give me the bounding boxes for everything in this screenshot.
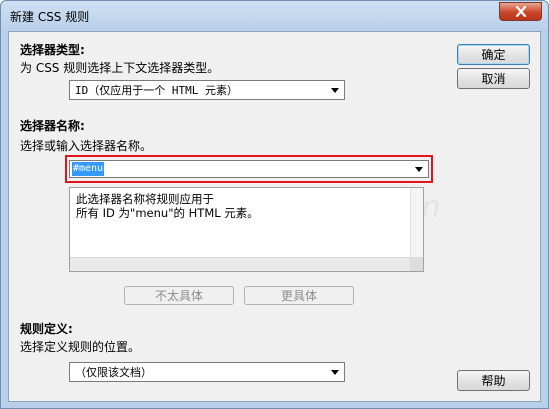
less-specific-button[interactable]: 不太具体 [124,286,234,305]
selector-name-heading: 选择器名称: [20,119,85,133]
dialog-window: 新建 CSS 规则 www.aa25.cn 选择器类型: 为 CSS 规则选择上… [0,0,549,409]
rule-definition-value: （仅限该文档） [75,366,152,379]
selector-info-line-2: 所有 ID 为"menu"的 HTML 元素。 [76,206,259,220]
window-title: 新建 CSS 规则 [10,10,90,24]
scrollbar-corner [410,257,423,271]
selector-info-box: 此选择器名称将规则应用于 所有 ID 为"menu"的 HTML 元素。 [69,187,424,272]
rule-definition-dropdown[interactable]: （仅限该文档） [69,362,345,382]
chevron-down-icon [331,88,339,93]
cancel-button[interactable]: 取消 [457,68,530,89]
more-specific-button[interactable]: 更具体 [244,286,354,305]
selector-type-description: 为 CSS 规则选择上下文选择器类型。 [20,61,220,75]
selector-type-heading: 选择器类型: [20,43,85,57]
rule-definition-description: 选择定义规则的位置。 [20,340,141,354]
horizontal-scrollbar[interactable] [70,257,423,271]
selector-name-value[interactable]: #menu [72,162,105,176]
selector-name-combobox[interactable]: #menu [69,160,429,178]
chevron-down-icon[interactable] [415,167,423,172]
close-icon [515,6,526,17]
selector-type-value: ID（仅应用于一个 HTML 元素） [75,84,238,97]
selector-type-dropdown[interactable]: ID（仅应用于一个 HTML 元素） [69,80,345,100]
chevron-down-icon [331,370,339,375]
vertical-scrollbar[interactable] [410,188,423,258]
title-bar[interactable]: 新建 CSS 规则 [1,1,548,31]
rule-definition-heading: 规则定义: [20,322,73,336]
dialog-body: www.aa25.cn 选择器类型: 为 CSS 规则选择上下文选择器类型。 I… [8,31,541,402]
ok-button[interactable]: 确定 [457,44,530,65]
selector-name-description: 选择或输入选择器名称。 [20,139,153,153]
close-button[interactable] [499,2,542,21]
help-button[interactable]: 帮助 [457,370,530,391]
